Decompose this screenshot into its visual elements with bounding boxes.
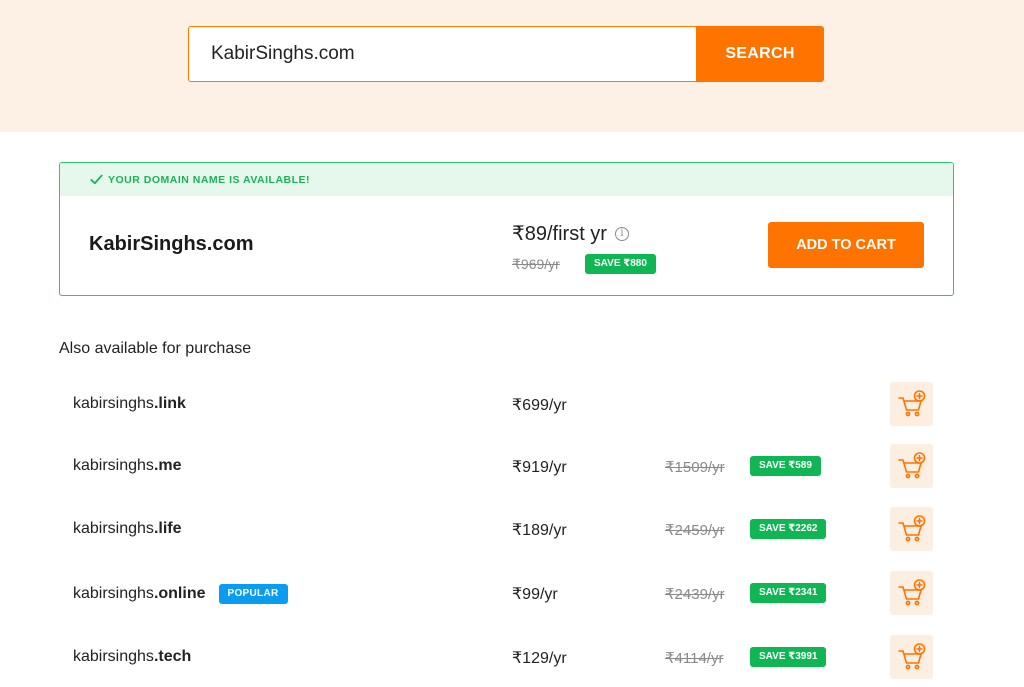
suggestion-original-price: ₹4114/yr: [665, 650, 724, 667]
suggestion-original-price: ₹2439/yr: [665, 586, 725, 603]
add-to-cart-icon: [897, 642, 927, 672]
domain-base: kabirsinghs: [73, 457, 154, 474]
suggestion-price: ₹99/yr: [512, 586, 558, 603]
suggestion-domain: kabirsinghs .link: [73, 395, 186, 413]
domain-suggestion-row: kabirsinghs .life ₹189/yr ₹2459/yr SAVE ₹226…: [59, 507, 954, 551]
domain-suggestion-row: kabirsinghs .me ₹919/yr ₹1509/yr SAVE ₹589: [59, 444, 954, 488]
available-domain-name: KabirSinghs.com: [89, 233, 254, 255]
suggestion-save-badge: SAVE ₹589: [750, 456, 821, 476]
price-text: ₹89/first yr: [512, 223, 607, 245]
add-to-cart-icon: [897, 578, 927, 608]
add-suggestion-to-cart-button[interactable]: [890, 571, 933, 615]
popular-badge: POPULAR: [218, 584, 288, 604]
add-to-cart-icon: [897, 389, 927, 419]
add-suggestion-to-cart-button[interactable]: [890, 382, 933, 426]
domain-base: kabirsinghs: [73, 395, 154, 412]
domain-suggestion-row: kabirsinghs .online POPULAR ₹99/yr ₹2439/yr S…: [59, 571, 954, 615]
original-price: ₹969/yr: [512, 256, 560, 272]
available-domain-price: ₹89/first yr i: [512, 221, 629, 246]
add-suggestion-to-cart-button[interactable]: [890, 444, 933, 488]
suggestion-original-price: ₹1509/yr: [665, 459, 725, 476]
domain-tld: .online: [153, 585, 206, 602]
available-domain-card: YOUR DOMAIN NAME IS AVAILABLE! KabirSing…: [59, 162, 954, 296]
domain-base: kabirsinghs: [73, 520, 154, 537]
add-suggestion-to-cart-button[interactable]: [890, 507, 933, 551]
suggestion-domain: kabirsinghs .me: [73, 457, 182, 475]
check-icon: [90, 174, 103, 185]
suggestion-price: ₹189/yr: [512, 522, 567, 539]
info-icon[interactable]: i: [614, 226, 629, 241]
search-button[interactable]: SEARCH: [696, 26, 824, 82]
suggestion-domain: kabirsinghs .online POPULAR: [73, 584, 288, 604]
add-to-cart-icon: [897, 514, 927, 544]
suggestion-save-badge: SAVE ₹3991: [750, 647, 827, 667]
domain-suggestion-row: kabirsinghs .tech ₹129/yr ₹4114/yr SAVE ₹399…: [59, 635, 954, 679]
domain-tld: .link: [153, 395, 186, 412]
suggestion-save-badge: SAVE ₹2262: [750, 519, 827, 539]
domain-tld: .tech: [153, 648, 192, 665]
domain-base: kabirsinghs: [73, 585, 154, 602]
suggestion-price: ₹129/yr: [512, 650, 567, 667]
domain-suggestion-row: kabirsinghs .link ₹699/yr: [59, 382, 954, 426]
add-to-cart-icon: [897, 451, 927, 481]
save-badge: SAVE ₹880: [585, 254, 656, 274]
search-hero: SEARCH: [0, 0, 1024, 132]
availability-message: YOUR DOMAIN NAME IS AVAILABLE!: [108, 173, 311, 186]
add-to-cart-button[interactable]: ADD TO CART: [768, 222, 924, 268]
domain-tld: .life: [153, 520, 182, 537]
suggestion-save-badge: SAVE ₹2341: [750, 583, 827, 603]
suggestion-price: ₹919/yr: [512, 459, 567, 476]
domain-search-input[interactable]: [188, 26, 696, 82]
suggestion-domain: kabirsinghs .life: [73, 520, 182, 538]
search-bar: SEARCH: [188, 26, 824, 82]
domain-tld: .me: [153, 457, 182, 474]
suggestion-original-price: ₹2459/yr: [665, 522, 725, 539]
add-suggestion-to-cart-button[interactable]: [890, 635, 933, 679]
suggestion-domain: kabirsinghs .tech: [73, 648, 191, 666]
domain-base: kabirsinghs: [73, 648, 154, 665]
availability-banner: YOUR DOMAIN NAME IS AVAILABLE!: [60, 163, 953, 196]
suggestion-price: ₹699/yr: [512, 397, 567, 414]
also-available-title: Also available for purchase: [59, 340, 252, 357]
